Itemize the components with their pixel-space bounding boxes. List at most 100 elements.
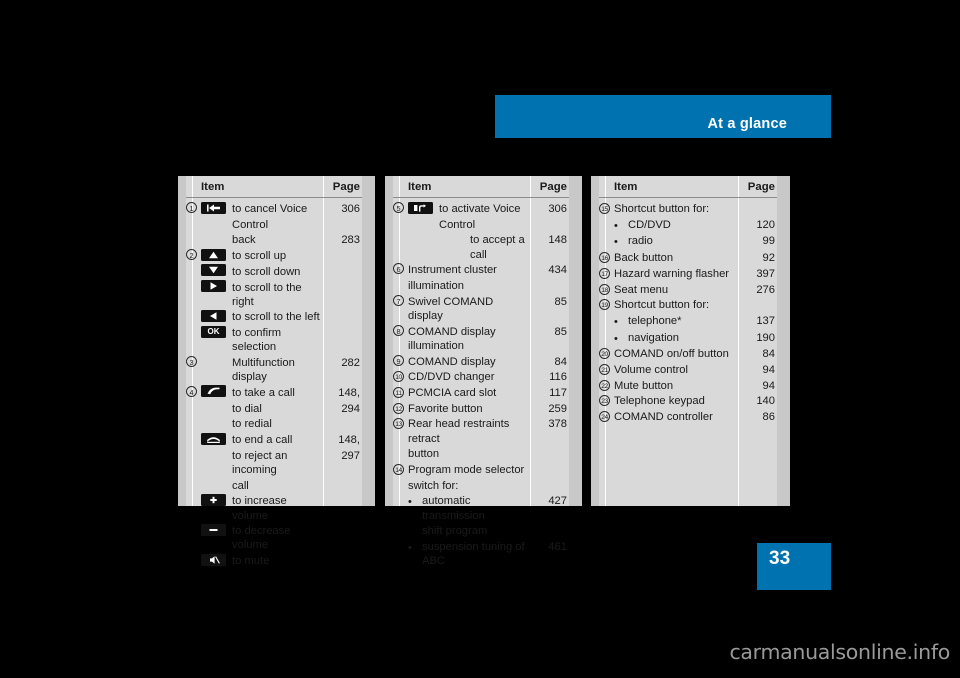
table-row: to mute <box>186 553 362 568</box>
table-body: 15 Shortcut button for: • CD/DVD 120 • radio 99… <box>599 198 777 424</box>
item-number-cell: 12 <box>393 401 408 414</box>
table-row: to dial 294 <box>186 401 362 416</box>
item-page-number: 120 <box>756 218 775 231</box>
table-row: 2 to scroll up <box>186 248 362 263</box>
item-page-number <box>324 217 362 218</box>
table-row: Control <box>186 217 362 232</box>
item-number-cell <box>393 217 408 218</box>
item-label-cell: to accept a call <box>439 232 531 261</box>
bullet-point-icon: • <box>614 315 618 328</box>
item-label-cell: Swivel COMAND display <box>408 294 531 323</box>
item-page-number: 117 <box>549 386 567 399</box>
item-number-cell <box>599 330 614 331</box>
item-label-cell: Shortcut button for: <box>614 201 739 216</box>
table-row: 15 Shortcut button for: <box>599 201 777 216</box>
item-number-badge: 4 <box>186 385 197 397</box>
table-body: 1 to cancel Voice 306 Control back 283 2 to scr… <box>186 198 362 568</box>
item-number-cell: 6 <box>393 262 408 275</box>
item-label-cell: to scroll to the right <box>232 280 324 309</box>
table-row: switch for: <box>393 478 569 493</box>
column-header-item: Item <box>614 180 638 193</box>
ok-icon: OK <box>201 325 226 338</box>
item-number-cell <box>393 278 408 279</box>
item-page-number: 283 <box>341 234 360 247</box>
table-row: • telephone* 137 <box>599 313 777 329</box>
table-row: shift program <box>393 523 569 538</box>
item-label: to scroll down <box>232 265 301 278</box>
item-label-cell: to confirm selection <box>232 325 324 354</box>
item-number-badge: 16 <box>599 252 610 264</box>
item-number-cell <box>186 448 201 449</box>
item-page-number: 140 <box>756 395 775 408</box>
item-label: Hazard warning flasher <box>614 267 730 280</box>
item-label: CD/DVD <box>628 218 671 231</box>
item-page-number: 397 <box>756 267 775 280</box>
item-label-cell: Volume control <box>614 362 739 377</box>
item-icon-cell <box>408 201 439 214</box>
table-row: 22 Mute button 94 <box>599 378 777 393</box>
item-page-number: 85 <box>554 295 567 308</box>
item-icon-cell <box>201 385 232 398</box>
table-row: 6 Instrument cluster 434 <box>393 262 569 277</box>
item-number-cell: 4 <box>186 385 201 398</box>
table-row: to increase volume <box>186 493 362 522</box>
item-number-badge: 11 <box>393 386 404 398</box>
bullet-point-icon <box>408 524 422 538</box>
item-label: Swivel COMAND display <box>408 295 494 322</box>
item-label-cell: to scroll to the left <box>232 309 324 324</box>
item-icon-cell <box>201 448 232 449</box>
table-row: 16 Back button 92 <box>599 250 777 265</box>
item-number-badge: 6 <box>393 263 404 275</box>
column-header-page: Page <box>332 180 360 193</box>
item-number-cell <box>186 232 201 233</box>
item-number-badge: 1 <box>186 202 197 213</box>
item-label: COMAND display <box>408 355 496 368</box>
table-row: OK to confirm selection <box>186 325 362 354</box>
item-number-badge: 21 <box>599 364 610 376</box>
triangle-down-icon <box>201 264 226 277</box>
item-number-cell: 19 <box>599 297 614 311</box>
table-row: 5 to activate Voice 306 <box>393 201 569 216</box>
table-row: 1 to cancel Voice 306 <box>186 201 362 216</box>
item-label: to activate Voice <box>439 203 521 215</box>
item-label-cell: Control <box>439 217 531 232</box>
item-label: Mute button <box>614 379 674 392</box>
table-row: to reject an incoming 297 <box>186 448 362 477</box>
item-label-cell: to mute <box>232 553 324 568</box>
item-label: telephone* <box>628 314 682 327</box>
item-label-cell: illumination <box>408 278 531 293</box>
item-label-cell: Hazard warning flasher <box>614 266 739 281</box>
item-number-badge: 22 <box>599 379 610 391</box>
item-number-cell: 20 <box>599 346 614 360</box>
table-row: 21 Volume control 94 <box>599 362 777 377</box>
item-label: Instrument cluster <box>408 264 497 277</box>
item-number-cell <box>186 264 201 265</box>
item-label-cell: to end a call <box>232 432 324 447</box>
item-label-cell: PCMCIA card slot <box>408 385 531 400</box>
item-number-cell <box>186 478 201 479</box>
item-number-cell <box>599 233 614 234</box>
item-number-badge: 18 <box>599 283 610 295</box>
item-page-number: 148 <box>548 234 567 247</box>
item-number-cell <box>186 309 201 310</box>
item-number-cell: 22 <box>599 378 614 391</box>
item-number-cell: 10 <box>393 369 408 383</box>
table-row: illumination <box>393 278 569 293</box>
item-number-cell <box>393 478 408 479</box>
item-page-number: 85 <box>554 325 567 338</box>
item-label: to scroll to the right <box>232 281 302 308</box>
item-label-cell: • navigation <box>614 330 739 346</box>
item-label: COMAND controller <box>614 411 713 424</box>
item-number-badge: 23 <box>599 395 610 407</box>
item-label-cell: COMAND on/off button <box>614 346 739 361</box>
item-number-cell: 24 <box>599 409 614 423</box>
item-page-number: 306 <box>341 203 360 215</box>
item-label-cell: Program mode selector <box>408 462 531 477</box>
item-icon-cell <box>201 523 232 536</box>
item-number-cell: 13 <box>393 416 408 430</box>
item-label: to accept a call <box>470 234 525 261</box>
column-header-item: Item <box>201 180 225 193</box>
bullet-point-icon: • <box>614 236 618 249</box>
item-page-number: 94 <box>762 364 775 377</box>
item-number-badge: 12 <box>393 402 404 414</box>
